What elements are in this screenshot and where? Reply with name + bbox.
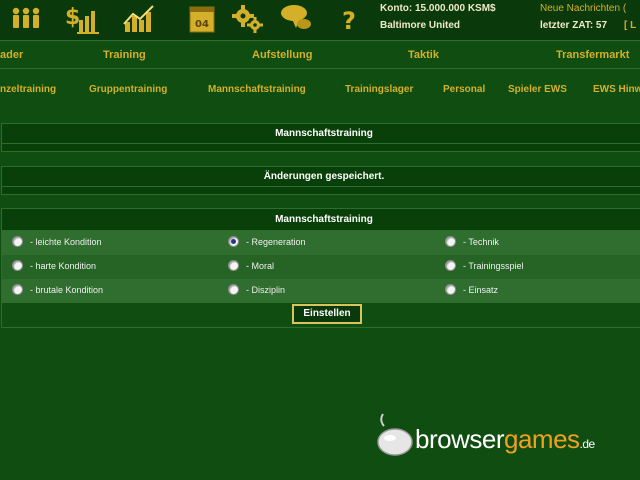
watermark-accent: games (503, 424, 580, 454)
subnav-gruppentraining[interactable]: Gruppentraining (89, 84, 167, 95)
account-balance: Konto: 15.000.000 KSM$ (380, 3, 496, 14)
radio-moral[interactable] (228, 260, 239, 271)
nav-training[interactable]: Training (103, 49, 146, 61)
svg-text:$: $ (65, 5, 80, 30)
stats-icon[interactable] (121, 2, 157, 36)
nav-aufstellung[interactable]: Aufstellung (252, 49, 313, 61)
option-leichte-kondition[interactable]: - leichte Kondition (12, 236, 102, 247)
subnav-mannschaftstraining[interactable]: Mannschaftstraining (208, 84, 306, 95)
radio-regeneration[interactable] (228, 236, 239, 247)
form-title: Mannschaftstraining (2, 209, 640, 231)
radio-einsatz[interactable] (445, 284, 456, 295)
option-regeneration[interactable]: - Regeneration (228, 236, 306, 247)
option-label: - Einsatz (463, 284, 499, 295)
mouse-logo-icon (377, 413, 413, 456)
watermark-main: browser (415, 424, 504, 454)
option-moral[interactable]: - Moral (228, 260, 274, 271)
status-message: Änderungen gespeichert. (1, 166, 640, 187)
subnav-personal[interactable]: Personal (443, 84, 485, 95)
help-icon[interactable]: ? (331, 2, 367, 36)
settings-gears-icon[interactable] (230, 2, 266, 36)
last-zat: letzter ZAT: 57 (540, 20, 608, 31)
subnav-ews-hinweise[interactable]: EWS Hinw (593, 84, 640, 95)
svg-text:?: ? (342, 7, 356, 35)
calendar-icon[interactable]: 04 (184, 2, 220, 36)
option-disziplin[interactable]: - Disziplin (228, 284, 285, 295)
option-label: - harte Kondition (30, 260, 97, 271)
option-brutale-kondition[interactable]: - brutale Kondition (12, 284, 103, 295)
status-strip (1, 187, 640, 195)
watermark-tld: .de (579, 437, 596, 451)
main-navigation: ader Training Aufstellung Taktik Transfe… (0, 40, 640, 69)
top-toolbar: $ 04 ? Konto: 15.000.000 KSM$ Baltimore … (0, 0, 640, 40)
svg-text:04: 04 (195, 19, 209, 30)
subnav-trainingslager[interactable]: Trainingslager (345, 84, 413, 95)
page-title: Mannschaftstraining (1, 123, 640, 144)
chat-icon[interactable] (278, 2, 314, 36)
option-trainingsspiel[interactable]: - Trainingsspiel (445, 260, 524, 271)
options-row: - brutale Kondition - Disziplin - Einsat… (2, 279, 640, 303)
option-label: - Regeneration (246, 236, 306, 247)
option-label: - Trainingsspiel (463, 260, 524, 271)
finance-icon[interactable]: $ (65, 2, 101, 36)
option-label: - Technik (463, 236, 499, 247)
nav-transfermarkt[interactable]: Transfermarkt (556, 49, 629, 61)
option-technik[interactable]: - Technik (445, 236, 499, 247)
nav-kader[interactable]: ader (0, 49, 23, 61)
watermark-text: browsergames.de (415, 424, 595, 455)
subnav-einzeltraining[interactable]: nzeltraining (0, 84, 56, 95)
team-icon[interactable] (8, 2, 44, 36)
sub-navigation: nzeltraining Gruppentraining Mannschafts… (0, 69, 640, 109)
last-zat-link[interactable]: [ L (624, 20, 636, 31)
new-messages-link[interactable]: Neue Nachrichten ( (540, 3, 626, 14)
options-row: - harte Kondition - Moral - Trainingsspi… (2, 255, 640, 279)
option-label: - Moral (246, 260, 275, 271)
radio-trainingsspiel[interactable] (445, 260, 456, 271)
nav-taktik[interactable]: Taktik (408, 49, 439, 61)
title-strip (1, 144, 640, 152)
option-label: - leichte Kondition (30, 236, 102, 247)
radio-disziplin[interactable] (228, 284, 239, 295)
subnav-spieler-ews[interactable]: Spieler EWS (508, 84, 567, 95)
einstellen-button[interactable]: Einstellen (292, 304, 362, 324)
option-harte-kondition[interactable]: - harte Kondition (12, 260, 96, 271)
options-row: - leichte Kondition - Regeneration - Tec… (2, 231, 640, 255)
radio-leichte-kondition[interactable] (12, 236, 23, 247)
browsergames-watermark: browsergames.de (375, 410, 625, 460)
team-name: Baltimore United (380, 20, 461, 31)
radio-harte-kondition[interactable] (12, 260, 23, 271)
option-label: - brutale Kondition (30, 284, 104, 295)
option-label: - Disziplin (246, 284, 286, 295)
option-einsatz[interactable]: - Einsatz (445, 284, 498, 295)
radio-technik[interactable] (445, 236, 456, 247)
radio-brutale-kondition[interactable] (12, 284, 23, 295)
